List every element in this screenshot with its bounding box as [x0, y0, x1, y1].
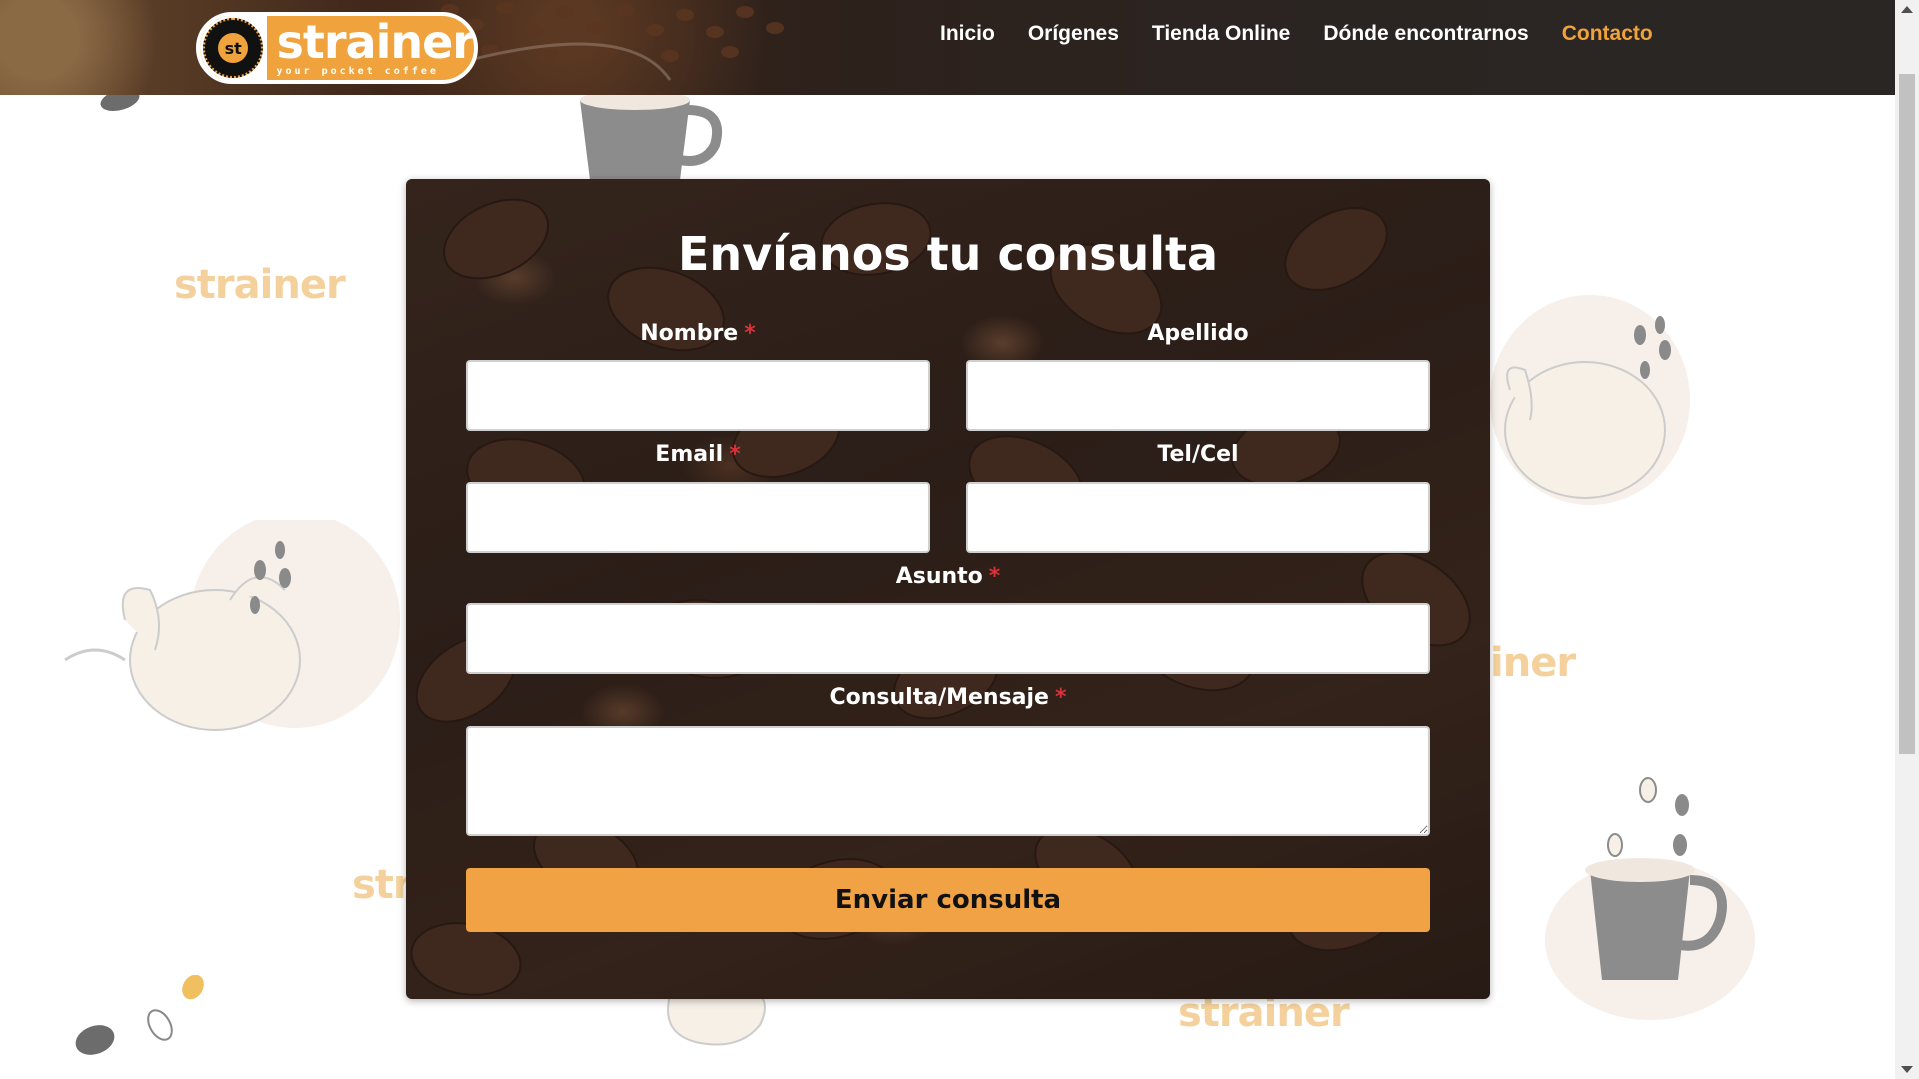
required-mark: *	[988, 564, 1001, 589]
page-scrollbar[interactable]	[1895, 0, 1919, 1079]
nombre-label-text: Nombre	[640, 321, 739, 346]
contact-form-card: Envíanos tu consulta Nombre * Apellido Em…	[406, 179, 1490, 999]
telcel-input[interactable]	[966, 482, 1430, 553]
cat-illustration-icon	[64, 520, 400, 731]
cat-illustration-icon	[667, 995, 766, 1046]
coffee-beans-banner	[441, 2, 784, 81]
asunto-input[interactable]	[466, 603, 1430, 674]
nav-item-tienda-online[interactable]: Tienda Online	[1152, 22, 1290, 46]
scrollbar-thumb[interactable]	[1899, 74, 1915, 754]
nav-item-donde-encontrarnos[interactable]: Dónde encontrarnos	[1323, 22, 1528, 46]
coffee-cup-icon	[1545, 777, 1755, 1020]
email-input[interactable]	[466, 482, 930, 553]
nombre-input[interactable]	[466, 360, 930, 431]
apellido-label: Apellido	[966, 321, 1430, 346]
telcel-label-text: Tel/Cel	[1157, 442, 1239, 467]
nav-item-origenes[interactable]: Orígenes	[1028, 22, 1119, 46]
strainer-watermark: str	[352, 862, 413, 908]
cat-illustration-icon	[1490, 295, 1690, 505]
strainer-watermark: iner	[1490, 640, 1576, 686]
nav-item-inicio[interactable]: Inicio	[940, 22, 995, 46]
coffee-bean-icon	[75, 975, 204, 1055]
mensaje-textarea[interactable]	[466, 726, 1430, 836]
strainer-logo[interactable]: st strainer your pocket coffee	[196, 12, 478, 84]
asunto-label: Asunto *	[466, 564, 1430, 589]
logo-badge-text: st	[218, 33, 249, 63]
required-mark: *	[1054, 685, 1067, 710]
required-mark: *	[744, 321, 756, 346]
asunto-label-text: Asunto	[895, 564, 983, 589]
site-header: st strainer your pocket coffee Inicio Or…	[0, 0, 1895, 95]
mensaje-label-text: Consulta/Mensaje	[829, 685, 1049, 710]
apellido-input[interactable]	[966, 360, 1430, 431]
scroll-up-arrow-icon[interactable]	[1901, 6, 1913, 13]
scroll-down-arrow-icon[interactable]	[1901, 1066, 1913, 1073]
strainer-watermark: strainer	[174, 262, 346, 308]
apellido-label-text: Apellido	[1147, 321, 1249, 346]
telcel-label: Tel/Cel	[966, 442, 1430, 467]
main-nav: Inicio Orígenes Tienda Online Dónde enco…	[940, 22, 1686, 46]
nav-item-contacto[interactable]: Contacto	[1562, 22, 1653, 46]
required-mark: *	[729, 442, 741, 467]
email-label-text: Email	[655, 442, 724, 467]
logo-badge: st	[200, 16, 267, 80]
nombre-label: Nombre *	[466, 321, 930, 346]
coffee-cup-icon	[580, 90, 723, 180]
enviar-consulta-button[interactable]: Enviar consulta	[466, 868, 1430, 932]
form-title: Envíanos tu consulta	[677, 227, 1218, 281]
logo-brand-text: strainer	[276, 15, 475, 69]
email-label: Email *	[466, 442, 930, 467]
mensaje-label: Consulta/Mensaje *	[466, 685, 1430, 710]
